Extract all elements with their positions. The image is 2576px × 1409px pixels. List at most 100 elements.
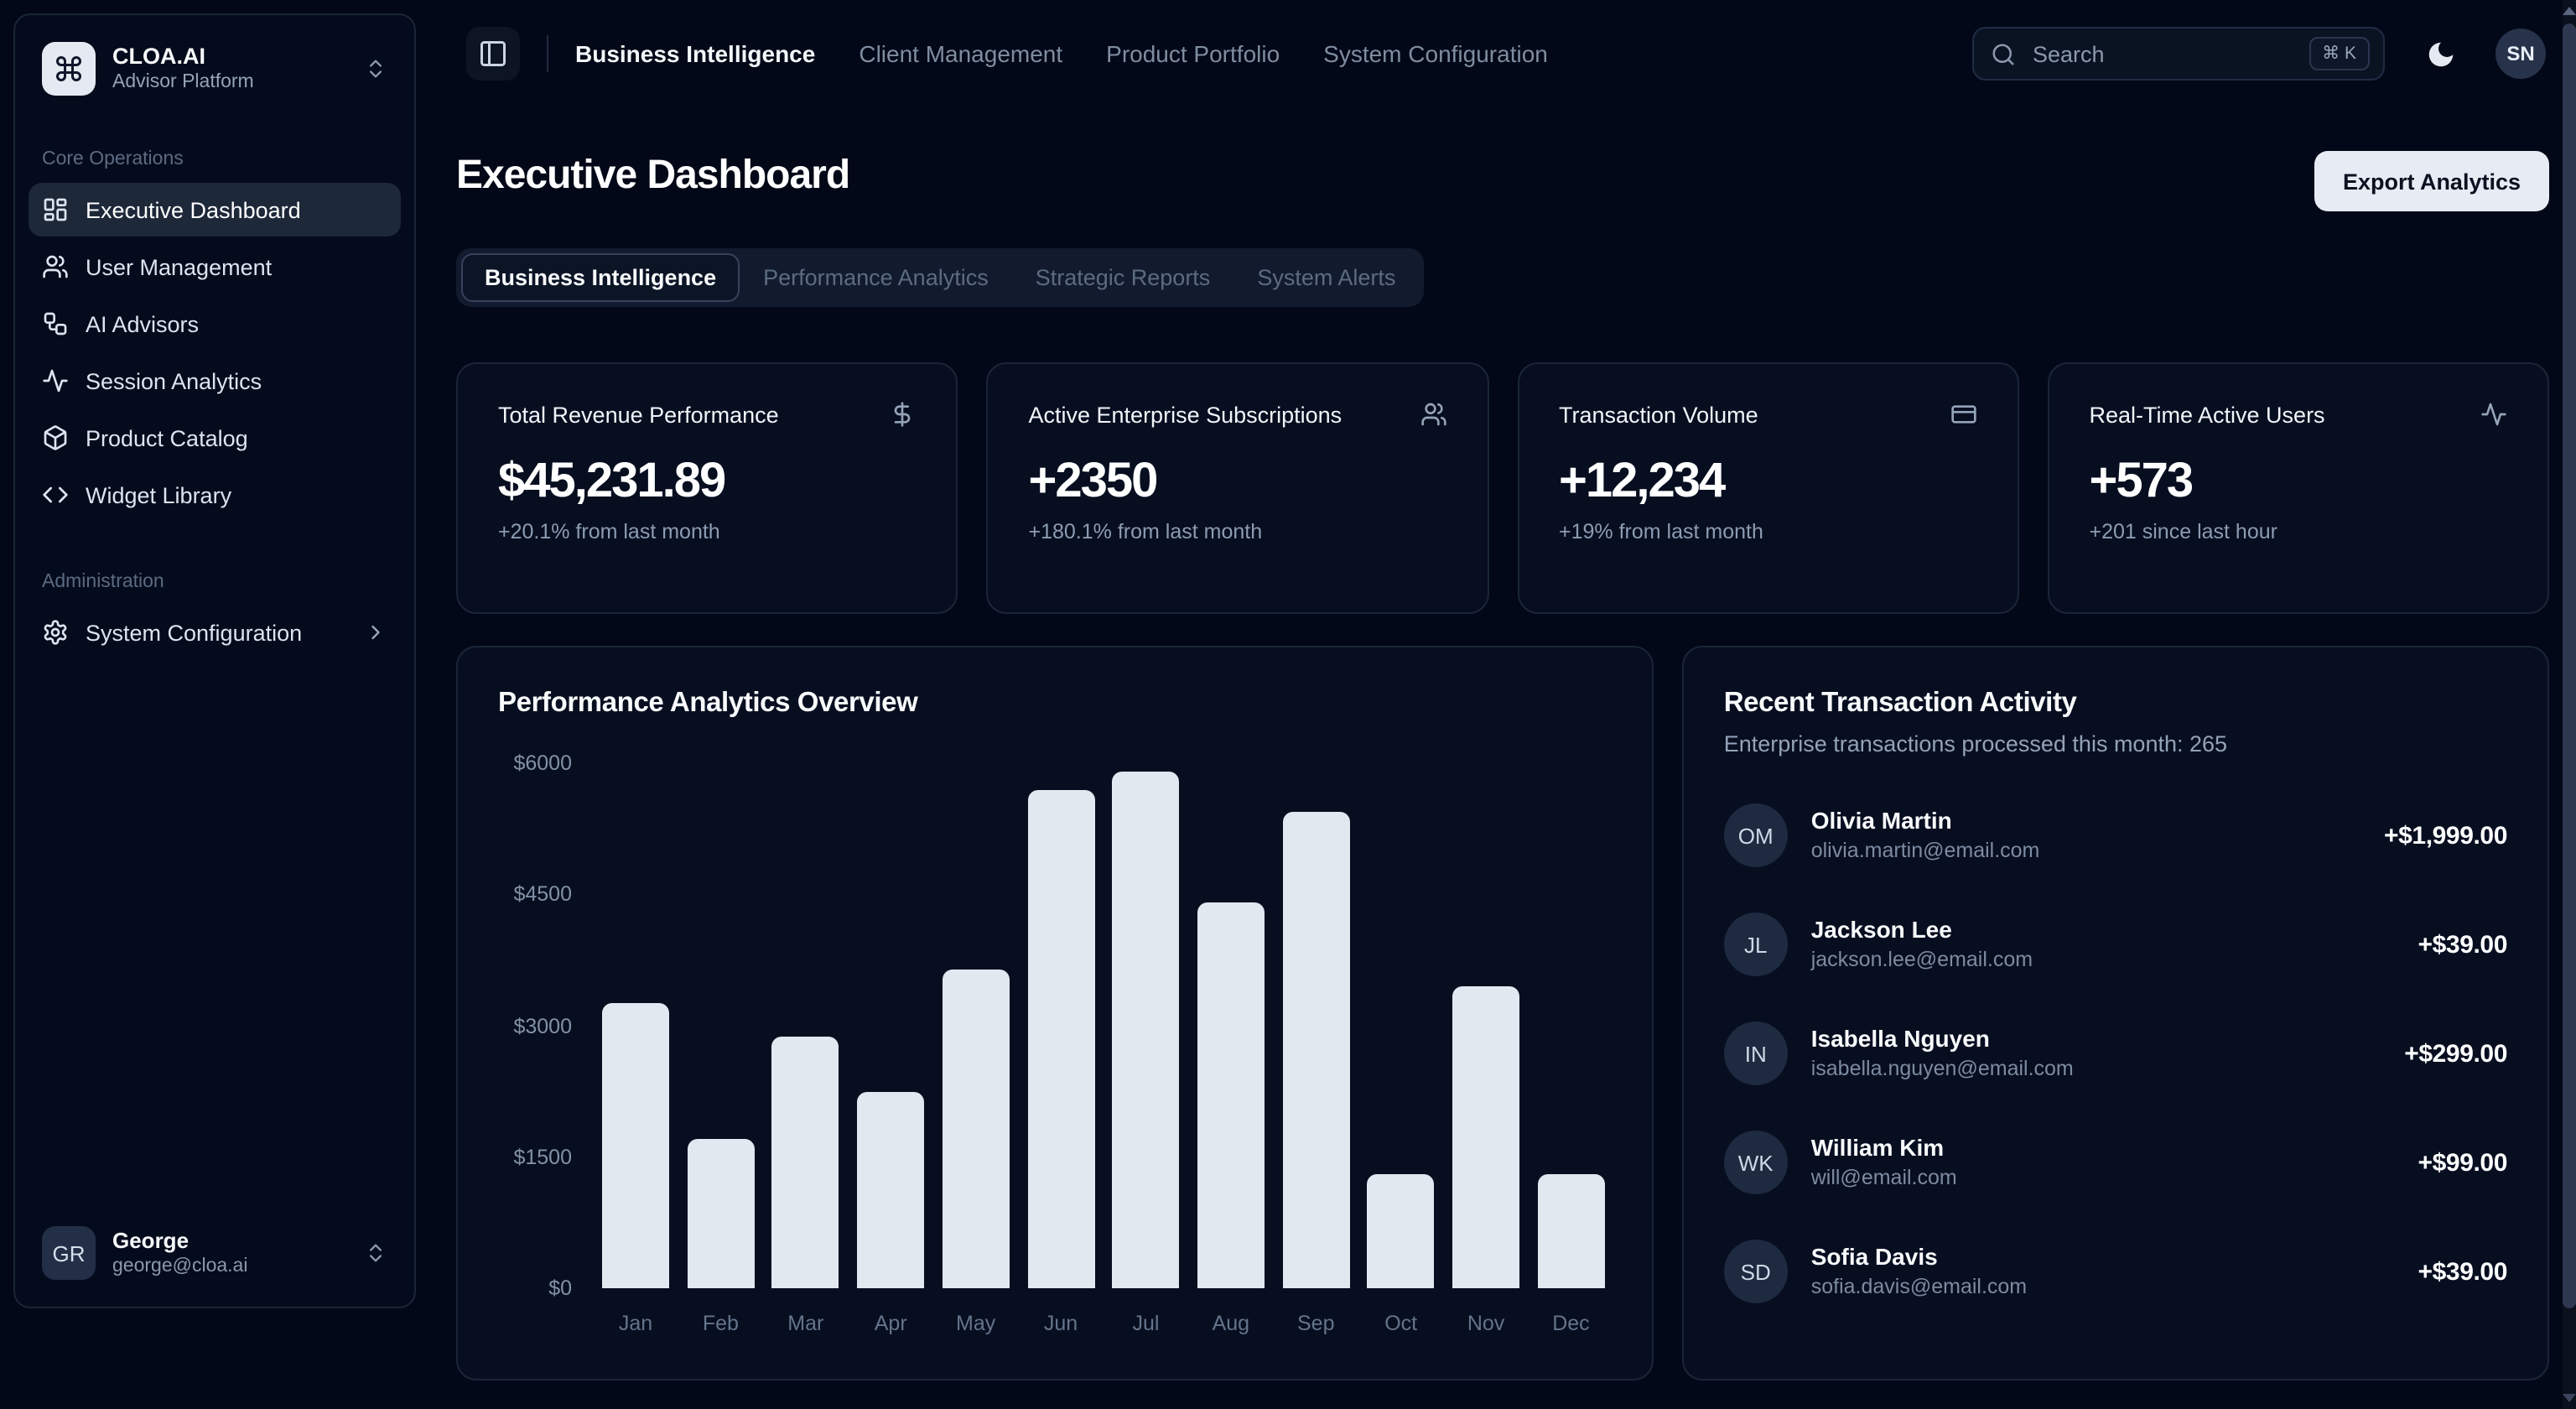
transactions-title: Recent Transaction Activity (1724, 688, 2507, 720)
page-content: Executive Dashboard Export Analytics Bus… (416, 107, 2576, 1380)
scrollbar-thumb[interactable] (2563, 23, 2576, 1308)
stat-card-transaction-volume: Transaction Volume +12,234 +19% from las… (1517, 362, 2019, 614)
scrollbar-down-arrow[interactable] (2563, 1394, 2576, 1402)
activity-icon (2480, 401, 2507, 428)
bar-dec (1537, 1174, 1604, 1288)
brand-switcher[interactable]: CLOA.AI Advisor Platform (29, 29, 401, 109)
dollar-sign-icon (890, 401, 917, 428)
export-analytics-button[interactable]: Export Analytics (2314, 151, 2549, 211)
sidebar-item-user-management[interactable]: User Management (29, 240, 401, 294)
sidebar-toggle-button[interactable] (466, 27, 520, 81)
nav-business-intelligence[interactable]: Business Intelligence (575, 40, 815, 67)
y-tick: $3000 (513, 1014, 572, 1037)
stat-change: +201 since last hour (2090, 520, 2508, 543)
transaction-amount: +$99.00 (2418, 1148, 2508, 1177)
users-icon (1420, 401, 1446, 428)
panel-left-icon (478, 39, 508, 69)
transaction-email: will@email.com (1811, 1164, 2395, 1193)
main-area: Business Intelligence Client Management … (416, 0, 2576, 1409)
transaction-name: Sofia Davis (1811, 1241, 2395, 1271)
tab-business-intelligence[interactable]: Business Intelligence (461, 253, 740, 302)
sidebar-item-ai-advisors[interactable]: AI Advisors (29, 297, 401, 351)
stat-title: Transaction Volume (1559, 402, 1758, 427)
chevrons-up-down-icon (364, 1241, 387, 1265)
x-tick: Mar (772, 1312, 839, 1339)
sidebar-item-label: Executive Dashboard (86, 197, 301, 222)
stat-title: Active Enterprise Subscriptions (1029, 402, 1343, 427)
top-navigation: Business Intelligence Client Management … (575, 40, 1548, 67)
transaction-email: jackson.lee@email.com (1811, 946, 2395, 975)
chevron-right-icon (364, 621, 387, 644)
nav-product-portfolio[interactable]: Product Portfolio (1106, 40, 1280, 67)
stat-change: +19% from last month (1559, 520, 1977, 543)
transaction-amount: +$299.00 (2404, 1039, 2507, 1068)
chart-x-axis: Jan Feb Mar Apr May Jun Jul Aug Sep Oct (595, 1288, 1612, 1339)
search-input[interactable] (2029, 39, 2295, 68)
brand-name: CLOA.AI (112, 42, 347, 70)
bar-chart: $6000 $4500 $3000 $1500 $0 (498, 763, 1612, 1339)
chart-y-axis: $6000 $4500 $3000 $1500 $0 (498, 763, 572, 1288)
avatar: IN (1724, 1022, 1788, 1085)
command-icon (42, 42, 96, 96)
chart-title: Performance Analytics Overview (498, 688, 1612, 720)
bar-apr (857, 1091, 924, 1288)
code-icon (42, 481, 69, 508)
transaction-amount: +$1,999.00 (2384, 821, 2507, 850)
bar-oct (1368, 1174, 1435, 1288)
tab-list: Business Intelligence Performance Analyt… (456, 248, 1424, 307)
search-box[interactable]: ⌘ K (1972, 27, 2385, 81)
nav-system-configuration[interactable]: System Configuration (1323, 40, 1548, 67)
sidebar-item-product-catalog[interactable]: Product Catalog (29, 411, 401, 465)
sidebar-item-label: Product Catalog (86, 425, 248, 450)
transaction-amount: +$39.00 (2418, 1257, 2508, 1286)
transaction-name: Isabella Nguyen (1811, 1023, 2381, 1053)
tab-strategic-reports[interactable]: Strategic Reports (1012, 253, 1234, 302)
x-tick: Jul (1112, 1312, 1179, 1339)
x-tick: May (943, 1312, 1010, 1339)
top-bar: Business Intelligence Client Management … (416, 0, 2576, 107)
sidebar-item-system-configuration[interactable]: System Configuration (29, 606, 401, 659)
stat-change: +20.1% from last month (498, 520, 917, 543)
sidebar-item-label: User Management (86, 254, 272, 279)
transaction-email: sofia.davis@email.com (1811, 1273, 2395, 1302)
transaction-name: Jackson Lee (1811, 914, 2395, 944)
activity-icon (42, 367, 69, 394)
account-avatar[interactable]: SN (2496, 29, 2546, 79)
avatar: WK (1724, 1131, 1788, 1194)
stat-card-subscriptions: Active Enterprise Subscriptions +2350 +1… (987, 362, 1489, 614)
stat-change: +180.1% from last month (1029, 520, 1447, 543)
transactions-list: OM Olivia Martin olivia.martin@email.com… (1724, 803, 2507, 1303)
performance-chart-card: Performance Analytics Overview $6000 $45… (456, 646, 1654, 1380)
bar-mar (772, 1037, 839, 1288)
bar-jan (602, 1004, 669, 1288)
brand-subtitle: Advisor Platform (112, 70, 347, 96)
credit-card-icon (1950, 401, 1977, 428)
x-tick: Apr (857, 1312, 924, 1339)
workflow-icon (42, 310, 69, 337)
scrollbar-up-arrow[interactable] (2563, 7, 2576, 15)
bar-jun (1027, 789, 1094, 1288)
recent-transactions-card: Recent Transaction Activity Enterprise t… (1682, 646, 2549, 1380)
transaction-row: WK William Kim will@email.com +$99.00 (1724, 1131, 2507, 1194)
vertical-scrollbar[interactable] (2563, 0, 2576, 1409)
theme-toggle-button[interactable] (2412, 25, 2469, 82)
sidebar-group-label-core-operations: Core Operations (42, 149, 387, 169)
sidebar-item-widget-library[interactable]: Widget Library (29, 468, 401, 522)
chevrons-up-down-icon (364, 57, 387, 81)
tab-system-alerts[interactable]: System Alerts (1233, 253, 1419, 302)
x-tick: Oct (1368, 1312, 1435, 1339)
transaction-email: olivia.martin@email.com (1811, 837, 2360, 866)
x-tick: Jun (1027, 1312, 1094, 1339)
y-tick: $4500 (513, 883, 572, 907)
nav-client-management[interactable]: Client Management (859, 40, 1062, 67)
sidebar-item-label: Widget Library (86, 482, 231, 507)
stat-value: +2350 (1029, 455, 1447, 510)
sidebar-item-session-analytics[interactable]: Session Analytics (29, 354, 401, 408)
users-icon (42, 253, 69, 280)
user-menu[interactable]: GR George george@cloa.ai (29, 1213, 401, 1293)
sidebar-item-label: Session Analytics (86, 368, 262, 393)
sidebar-item-executive-dashboard[interactable]: Executive Dashboard (29, 183, 401, 237)
avatar: SD (1724, 1240, 1788, 1303)
tab-performance-analytics[interactable]: Performance Analytics (740, 253, 1012, 302)
y-tick: $6000 (513, 751, 572, 775)
